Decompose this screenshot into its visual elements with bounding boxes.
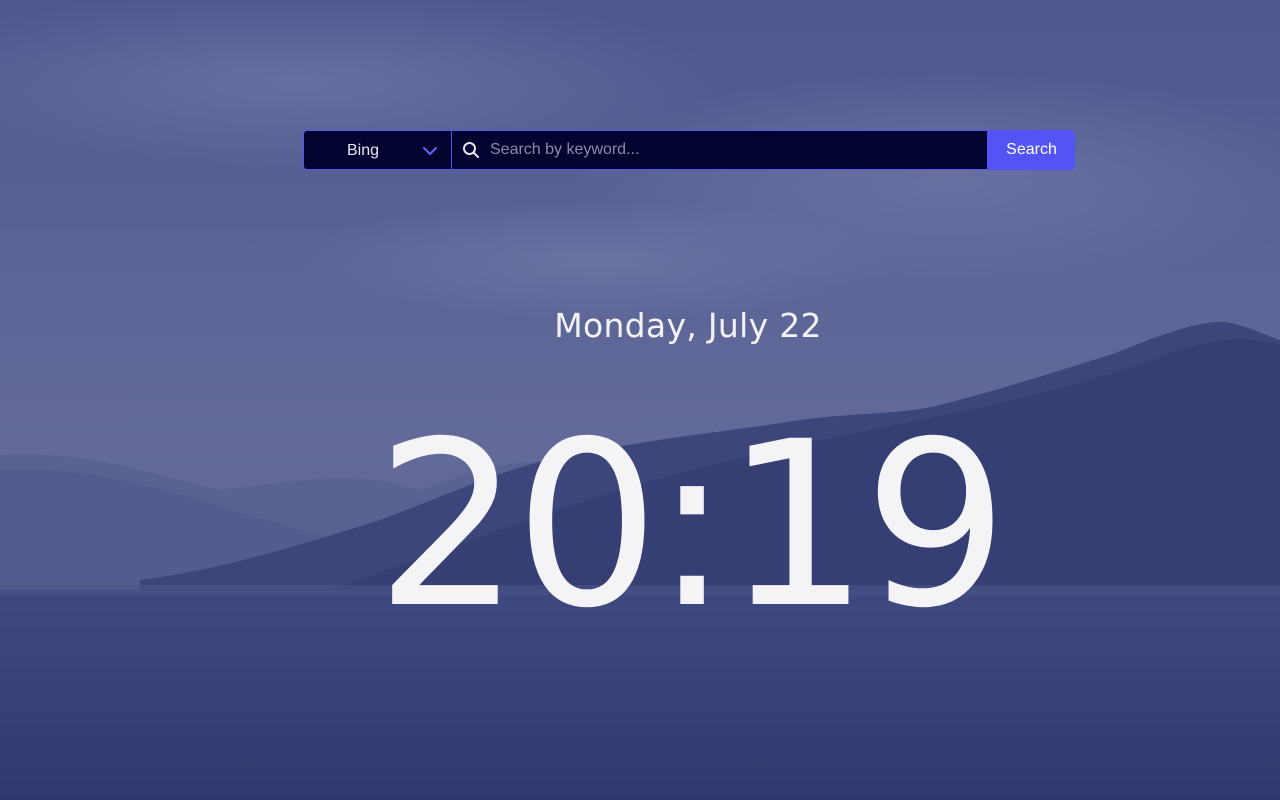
search-input[interactable] [490,131,980,168]
search-button[interactable]: Search [988,130,1075,170]
search-engine-label: Bing [347,142,380,159]
time-display: 20:19 [375,392,1008,658]
search-icon [463,142,479,158]
search-bar: Bing Search [303,130,1075,170]
date-display: Monday, July 22 [554,306,822,345]
search-field [451,130,988,170]
search-engine-dropdown[interactable]: Bing [303,130,451,170]
chevron-down-icon [423,147,437,155]
